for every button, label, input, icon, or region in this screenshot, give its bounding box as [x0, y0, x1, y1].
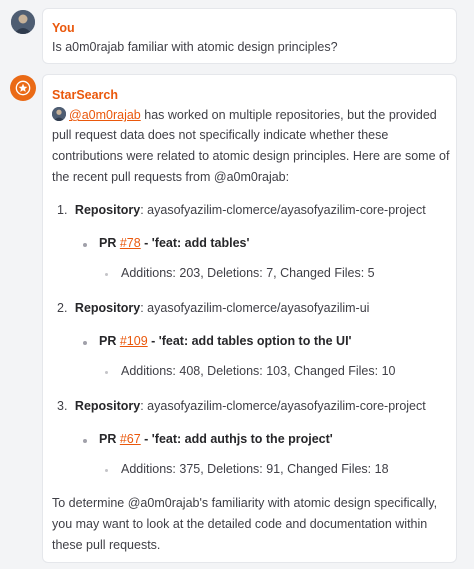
item-number: 2.	[57, 301, 68, 315]
bullet	[83, 243, 87, 247]
intro-text-1: has worked on multiple repositories, but…	[140, 108, 437, 122]
outro-line-3: these pull requests.	[52, 538, 161, 552]
pr-title: - 'feat: add authjs to the project'	[140, 432, 333, 446]
pr-label: PR	[99, 432, 120, 446]
mention-link[interactable]: @a0m0rajab	[69, 108, 141, 122]
intro-line-3: contributions were related to atomic des…	[52, 149, 450, 163]
pr-stats: Additions: 408, Deletions: 103, Changed …	[121, 364, 396, 378]
sub-bullet	[105, 273, 108, 276]
outro-line-1: To determine @a0m0rajab's familiarity wi…	[52, 496, 438, 510]
pr-label: PR	[99, 236, 120, 250]
sub-bullet	[105, 371, 108, 374]
mention-avatar	[52, 107, 66, 121]
repository-name: : ayasofyazilim-clomerce/ayasofyazilim-c…	[140, 399, 426, 413]
user-message-text: Is a0m0rajab familiar with atomic design…	[52, 40, 338, 54]
user-author-name: You	[52, 21, 75, 35]
list-item: 2. Repository: ayasofyazilim-clomerce/ay…	[57, 301, 369, 315]
intro-line-2: pull request data does not specifically …	[52, 128, 389, 142]
pr-line: PR #67 - 'feat: add authjs to the projec…	[99, 432, 333, 446]
starsearch-star-icon	[10, 75, 36, 101]
pr-line: PR #78 - 'feat: add tables'	[99, 236, 249, 250]
repository-name: : ayasofyazilim-clomerce/ayasofyazilim-c…	[140, 203, 426, 217]
bot-message-card: StarSearch @a0m0rajab has worked on mult…	[42, 74, 457, 563]
repository-name: : ayasofyazilim-clomerce/ayasofyazilim-u…	[140, 301, 370, 315]
pr-stats: Additions: 203, Deletions: 7, Changed Fi…	[121, 266, 375, 280]
repository-label: Repository	[74, 399, 141, 413]
intro-line-4: the recent pull requests from @a0m0rajab…	[52, 170, 290, 184]
item-number: 3.	[57, 399, 68, 413]
pr-link[interactable]: #109	[120, 334, 148, 348]
pr-title: - 'feat: add tables'	[140, 236, 250, 250]
list-item: 1. Repository: ayasofyazilim-clomerce/ay…	[57, 203, 426, 217]
list-item: 3. Repository: ayasofyazilim-clomerce/ay…	[57, 399, 426, 413]
pr-link[interactable]: #78	[120, 236, 141, 250]
user-message-card: You Is a0m0rajab familiar with atomic de…	[42, 8, 457, 64]
repository-label: Repository	[74, 203, 141, 217]
item-number: 1.	[57, 203, 68, 217]
pr-label: PR	[99, 334, 120, 348]
pr-link[interactable]: #67	[120, 432, 141, 446]
user-avatar	[11, 10, 35, 34]
intro-line-1: @a0m0rajab has worked on multiple reposi…	[52, 107, 437, 122]
bullet	[83, 439, 87, 443]
pr-title: - 'feat: add tables option to the UI'	[147, 334, 352, 348]
outro-line-2: you may want to look at the detailed cod…	[52, 517, 428, 531]
pr-line: PR #109 - 'feat: add tables option to th…	[99, 334, 352, 348]
sub-bullet	[105, 469, 108, 472]
repository-label: Repository	[74, 301, 141, 315]
bot-author-name: StarSearch	[52, 88, 119, 102]
pr-stats: Additions: 375, Deletions: 91, Changed F…	[121, 462, 389, 476]
bullet	[83, 341, 87, 345]
